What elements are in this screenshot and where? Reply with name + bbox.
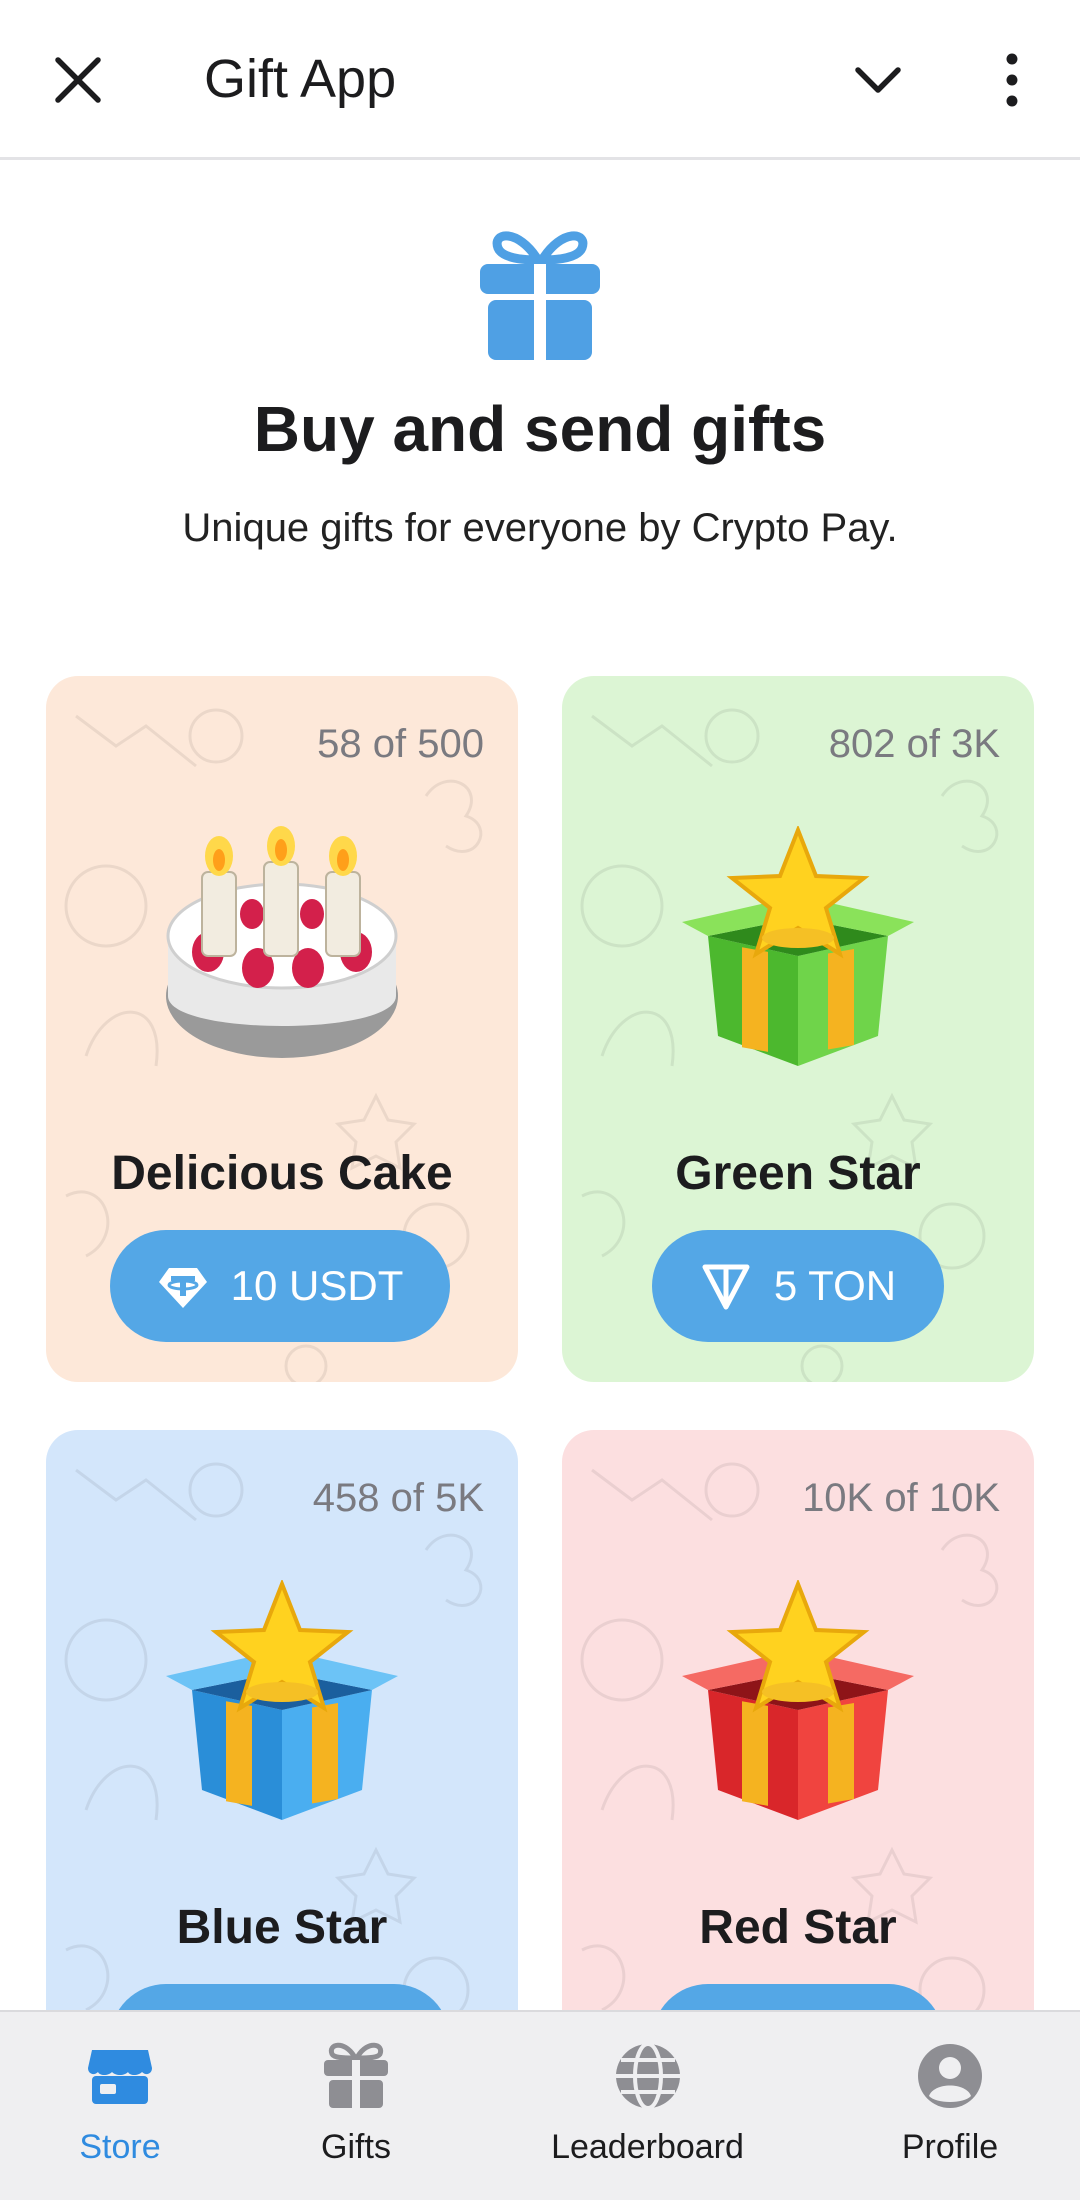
- price-label: 10 USDT: [230, 1262, 404, 1309]
- gift-name: Delicious Cake: [111, 1147, 453, 1200]
- nav-item-leaderboard[interactable]: Leaderboard: [540, 2012, 755, 2200]
- nav-label: Store: [79, 2128, 161, 2166]
- star-gift-box-icon: [166, 1580, 398, 1820]
- supply-count: 58 of 500: [317, 722, 484, 766]
- supply-count: 10K of 10K: [802, 1476, 1000, 1520]
- buy-button[interactable]: 5 TON: [652, 1230, 944, 1342]
- chevron-down-icon[interactable]: [852, 60, 904, 100]
- close-icon[interactable]: [50, 52, 106, 108]
- nav-label: Leaderboard: [551, 2128, 744, 2166]
- cake-icon: [166, 826, 398, 1058]
- price-label: 5 TON: [773, 1262, 897, 1309]
- more-vertical-icon[interactable]: [996, 52, 1028, 108]
- gift-icon: [480, 231, 600, 362]
- nav-item-store[interactable]: Store: [50, 2012, 190, 2200]
- supply-count: 458 of 5K: [312, 1476, 484, 1520]
- app-title: Gift App: [204, 49, 397, 109]
- gift-name: Red Star: [699, 1901, 897, 1954]
- store-icon: [88, 2050, 152, 2104]
- nav-item-profile[interactable]: Profile: [880, 2012, 1020, 2200]
- buy-button[interactable]: 10 USDT: [110, 1230, 450, 1342]
- star-gift-box-icon: [682, 826, 914, 1066]
- bottom-navigation: Store Gifts Leaderboard Profile: [0, 2010, 1080, 2200]
- gift-card-delicious-cake[interactable]: 58 of 500 Delicious Cake 10 USDT: [46, 676, 518, 1382]
- globe-icon: [615, 2042, 680, 2110]
- ton-icon: [702, 1264, 750, 1310]
- gift-card-green-star[interactable]: 802 of 3K Green Star 5 TON: [562, 676, 1034, 1382]
- supply-count: 802 of 3K: [828, 722, 1000, 766]
- star-gift-box-icon: [682, 1580, 914, 1820]
- hero-title: Buy and send gifts: [253, 393, 827, 465]
- top-bar: Gift App: [0, 0, 1080, 160]
- nav-label: Profile: [901, 2128, 999, 2166]
- gift-icon: [324, 2042, 388, 2110]
- nav-label: Gifts: [321, 2128, 391, 2166]
- tether-icon: [158, 1268, 207, 1308]
- gift-name: Blue Star: [176, 1901, 388, 1954]
- hero-subtitle: Unique gifts for everyone by Crypto Pay.: [182, 506, 898, 550]
- nav-item-gifts[interactable]: Gifts: [286, 2012, 426, 2200]
- profile-icon: [918, 2044, 982, 2108]
- gift-name: Green Star: [675, 1147, 921, 1200]
